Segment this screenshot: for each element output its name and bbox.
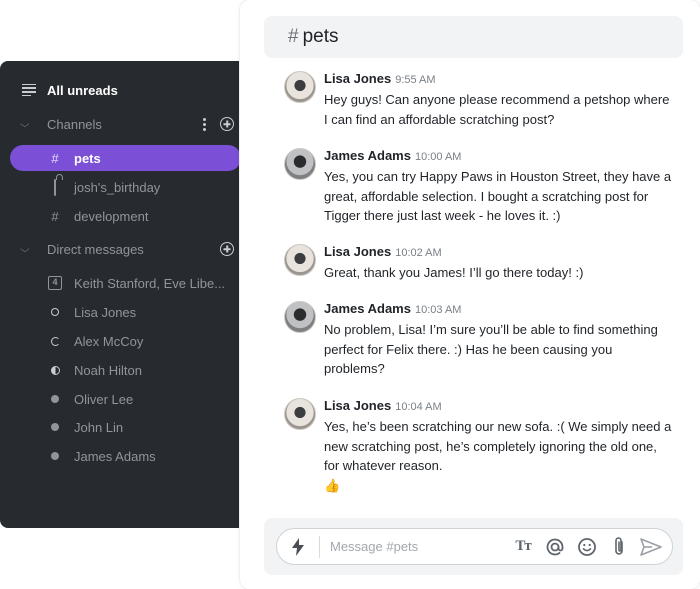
- message-time: 10:00 AM: [414, 151, 462, 163]
- add-dm-icon[interactable]: [220, 242, 234, 256]
- dm-label: Noah Hilton: [74, 362, 142, 378]
- bolt-icon[interactable]: [289, 537, 307, 556]
- hash-icon: #: [288, 26, 299, 47]
- dm-item-james-adams[interactable]: James Adams: [0, 443, 251, 469]
- avatar[interactable]: [284, 71, 316, 103]
- dm-section-header[interactable]: ⌵ Direct messages: [0, 236, 251, 262]
- hash-icon: #: [51, 208, 59, 224]
- message-time: 9:55 AM: [395, 74, 436, 86]
- message-author[interactable]: Lisa Jones: [324, 71, 391, 86]
- message-line: No problem, Lisa! I’m sure you’ll be abl…: [324, 322, 658, 337]
- dm-item-lisa-jones[interactable]: Lisa Jones: [0, 299, 251, 325]
- message-text: Yes, you can try Happy Paws in Houston S…: [324, 167, 684, 226]
- message-author[interactable]: James Adams: [324, 301, 411, 316]
- add-channel-icon[interactable]: [220, 117, 234, 131]
- message-line: new scratching post, he’s completely ign…: [324, 438, 657, 454]
- hash-icon: #: [51, 150, 59, 166]
- all-unreads-label: All unreads: [47, 82, 118, 98]
- emoji-icon[interactable]: [576, 536, 598, 558]
- message-author[interactable]: James Adams: [324, 148, 411, 163]
- avatar[interactable]: [284, 148, 316, 180]
- sidebar: All unreads ⌵ Channels # pets josh's_bir…: [0, 61, 251, 528]
- channels-section-header[interactable]: ⌵ Channels: [0, 111, 251, 137]
- channel-label: josh's_birthday: [74, 179, 161, 195]
- message-line: I can find an affordable scratching post…: [324, 111, 555, 127]
- channels-label: Channels: [47, 116, 102, 132]
- channel-header: # pets: [264, 16, 683, 58]
- dm-label: Oliver Lee: [74, 391, 134, 407]
- avatar[interactable]: [284, 244, 316, 276]
- message-text: No problem, Lisa! I’m sure you’ll be abl…: [324, 320, 684, 379]
- dm-label: Lisa Jones: [74, 304, 137, 320]
- message-line: Hey guys! Can anyone please recommend a …: [324, 92, 670, 107]
- dm-label: Alex McCoy: [74, 333, 144, 349]
- message-text: Great, thank you James! I’ll go there to…: [324, 263, 684, 283]
- dm-label: James Adams: [74, 448, 156, 464]
- message-input[interactable]: [330, 539, 512, 554]
- message-line: Great, thank you James! I’ll go there to…: [324, 265, 584, 280]
- message-time: 10:04 AM: [395, 401, 442, 413]
- dm-item-noah-hilton[interactable]: Noah Hilton: [0, 357, 251, 383]
- status-away-icon: [48, 336, 62, 346]
- message-text: Yes, he’s been scratching our new sofa. …: [324, 417, 684, 476]
- status-offline-icon: [48, 423, 62, 431]
- attach-icon[interactable]: [608, 536, 630, 558]
- channel-label: pets: [74, 150, 101, 166]
- message-composer: Tт: [276, 528, 673, 565]
- message-line: Tigger there just last week - he loves i…: [324, 208, 561, 223]
- chevron-down-icon[interactable]: ⌵: [20, 244, 34, 255]
- message-line: for whatever reason.: [324, 458, 443, 473]
- channel-label: development: [74, 208, 149, 224]
- message-time: 10:03 AM: [414, 304, 462, 316]
- message-line: problems?: [324, 361, 385, 376]
- message-line: perfect for Felix there. :) Has he been …: [324, 341, 613, 357]
- message-text: Hey guys! Can anyone please recommend a …: [324, 90, 684, 129]
- message-author[interactable]: Lisa Jones: [324, 244, 391, 259]
- channel-item-joshs-birthday[interactable]: josh's_birthday: [0, 174, 251, 200]
- mention-icon[interactable]: [544, 536, 566, 558]
- status-offline-icon: [48, 395, 62, 403]
- group-4-icon: 4: [48, 276, 62, 290]
- chat-panel: # pets Lisa Jones 9:55 AM Hey guys! Can …: [240, 0, 700, 589]
- channel-title: pets: [302, 26, 339, 47]
- list-icon: [22, 83, 36, 97]
- dm-label: John Lin: [74, 419, 124, 435]
- avatar[interactable]: [284, 301, 316, 333]
- all-unreads-item[interactable]: All unreads: [0, 77, 251, 103]
- composer-divider: [319, 535, 320, 558]
- dm-item-group[interactable]: 4 Keith Stanford, Eve Libe...: [0, 270, 251, 296]
- chevron-down-icon[interactable]: ⌵: [20, 119, 34, 130]
- status-offline-icon: [48, 452, 62, 460]
- message-line: great, affordable selection. I bought a …: [324, 188, 649, 204]
- thumbs-up-reaction[interactable]: 👍: [324, 478, 684, 494]
- dm-label: Direct messages: [47, 241, 144, 257]
- status-busy-icon: [48, 365, 62, 375]
- channel-item-development[interactable]: # development: [0, 203, 251, 229]
- message-author[interactable]: Lisa Jones: [324, 398, 391, 413]
- avatar[interactable]: [284, 398, 316, 430]
- lock-icon: [48, 178, 62, 196]
- dm-item-john-lin[interactable]: John Lin: [0, 414, 251, 440]
- text-format-icon[interactable]: Tт: [512, 536, 534, 558]
- send-icon[interactable]: [640, 536, 662, 558]
- dm-label: Keith Stanford, Eve Libe...: [74, 275, 226, 291]
- message-line: Yes, you can try Happy Paws in Houston S…: [324, 169, 672, 184]
- dm-item-alex-mccoy[interactable]: Alex McCoy: [0, 328, 251, 354]
- dm-item-oliver-lee[interactable]: Oliver Lee: [0, 386, 251, 412]
- composer-area: Tт: [264, 518, 683, 575]
- channels-more-icon[interactable]: [202, 117, 206, 131]
- status-online-ring-icon: [48, 308, 62, 316]
- channel-item-pets[interactable]: # pets: [10, 145, 241, 171]
- message-line: Yes, he’s been scratching our new sofa. …: [324, 419, 672, 434]
- message-time: 10:02 AM: [395, 247, 442, 259]
